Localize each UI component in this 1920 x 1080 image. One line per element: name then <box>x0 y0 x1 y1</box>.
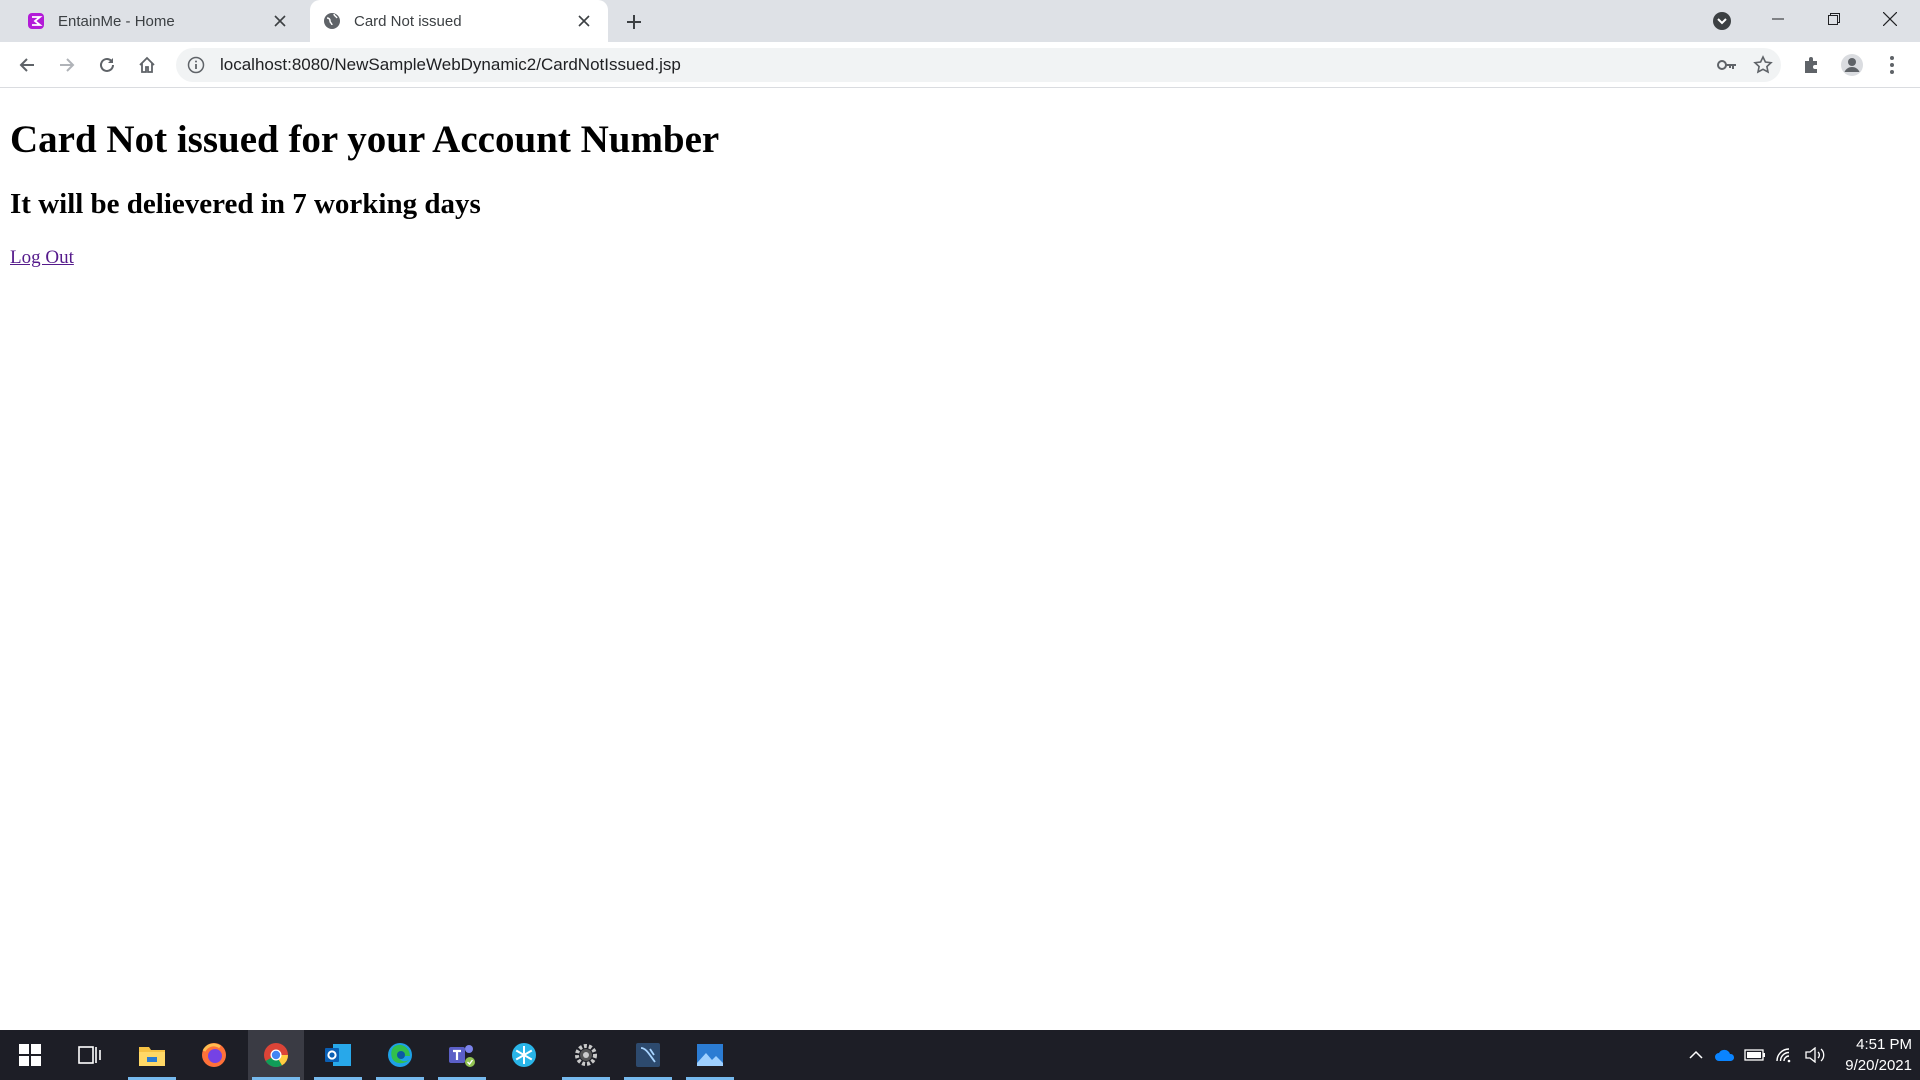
back-arrow-icon <box>19 58 34 72</box>
clock-time: 4:51 PM <box>1856 1036 1912 1053</box>
tab-title: Card Not issued <box>354 12 462 30</box>
tab-strip: EntainMe - Home Card Not issued <box>0 0 1920 42</box>
outlook-icon[interactable] <box>310 1030 366 1080</box>
close-tab-icon[interactable] <box>268 9 292 33</box>
restore-icon <box>1828 13 1840 25</box>
clock-date: 9/20/2021 <box>1845 1057 1912 1074</box>
system-clock[interactable]: 4:51 PM 9/20/2021 <box>1820 1034 1912 1076</box>
restore-button[interactable] <box>1806 0 1862 38</box>
tab-title: EntainMe - Home <box>58 12 175 30</box>
ide-icon[interactable] <box>620 1030 676 1080</box>
show-hidden-icons-button[interactable] <box>1684 1030 1708 1080</box>
page-content: Card Not issued for your Account Number … <box>0 89 1920 1030</box>
site-info-icon[interactable] <box>186 55 206 75</box>
wifi-icon[interactable] <box>1772 1030 1798 1080</box>
tab-entainme-home[interactable]: EntainMe - Home <box>14 0 304 42</box>
windows-start-icon[interactable] <box>2 1030 58 1080</box>
photos-icon[interactable] <box>682 1030 738 1080</box>
menu-button[interactable] <box>1878 51 1906 79</box>
chevron-down-icon <box>1713 12 1731 30</box>
onedrive-icon[interactable] <box>1712 1030 1738 1080</box>
extensions-button[interactable] <box>1798 51 1826 79</box>
task-view-icon[interactable] <box>62 1030 118 1080</box>
entainme-logo-icon <box>26 11 46 31</box>
firefox-icon[interactable] <box>186 1030 242 1080</box>
new-tab-button[interactable] <box>620 8 648 36</box>
page-title: Card Not issued for your Account Number <box>10 118 720 161</box>
back-button[interactable] <box>11 49 43 81</box>
minimize-button[interactable] <box>1750 0 1806 38</box>
address-url[interactable]: localhost:8080/NewSampleWebDynamic2/Card… <box>220 55 681 75</box>
puzzle-icon <box>1805 57 1817 73</box>
bookmark-star-icon[interactable] <box>1751 53 1775 77</box>
tab-search-button[interactable] <box>1710 9 1734 33</box>
tab-card-not-issued[interactable]: Card Not issued <box>310 0 608 42</box>
close-tab-icon[interactable] <box>572 9 596 33</box>
teams-icon[interactable] <box>434 1030 490 1080</box>
settings-gear-icon[interactable] <box>558 1030 614 1080</box>
page-subtitle: It will be delievered in 7 working days <box>10 188 481 220</box>
reload-button[interactable] <box>91 49 123 81</box>
globe-icon <box>322 11 342 31</box>
home-icon <box>139 56 155 73</box>
kebab-menu-icon <box>1890 56 1894 74</box>
file-explorer-icon[interactable] <box>124 1030 180 1080</box>
close-icon <box>1883 12 1897 26</box>
address-bar[interactable]: localhost:8080/NewSampleWebDynamic2/Card… <box>176 48 1781 82</box>
chevron-up-icon <box>1689 1050 1703 1059</box>
forward-button[interactable] <box>51 49 83 81</box>
chrome-icon[interactable] <box>248 1030 304 1080</box>
password-key-icon[interactable] <box>1717 55 1737 75</box>
battery-icon[interactable] <box>1742 1030 1768 1080</box>
plus-icon <box>627 15 641 29</box>
home-button[interactable] <box>131 49 163 81</box>
reload-icon <box>100 57 114 72</box>
avatar-icon <box>1841 54 1863 76</box>
logout-link[interactable]: Log Out <box>10 247 74 269</box>
browser-toolbar: localhost:8080/NewSampleWebDynamic2/Card… <box>0 42 1920 88</box>
taskbar: 4:51 PM 9/20/2021 <box>0 1030 1920 1080</box>
profile-button[interactable] <box>1838 51 1866 79</box>
edge-icon[interactable] <box>372 1030 428 1080</box>
close-window-button[interactable] <box>1862 0 1918 38</box>
snowflake-icon[interactable] <box>496 1030 552 1080</box>
forward-arrow-icon <box>60 58 75 72</box>
minimize-icon <box>1772 18 1784 20</box>
